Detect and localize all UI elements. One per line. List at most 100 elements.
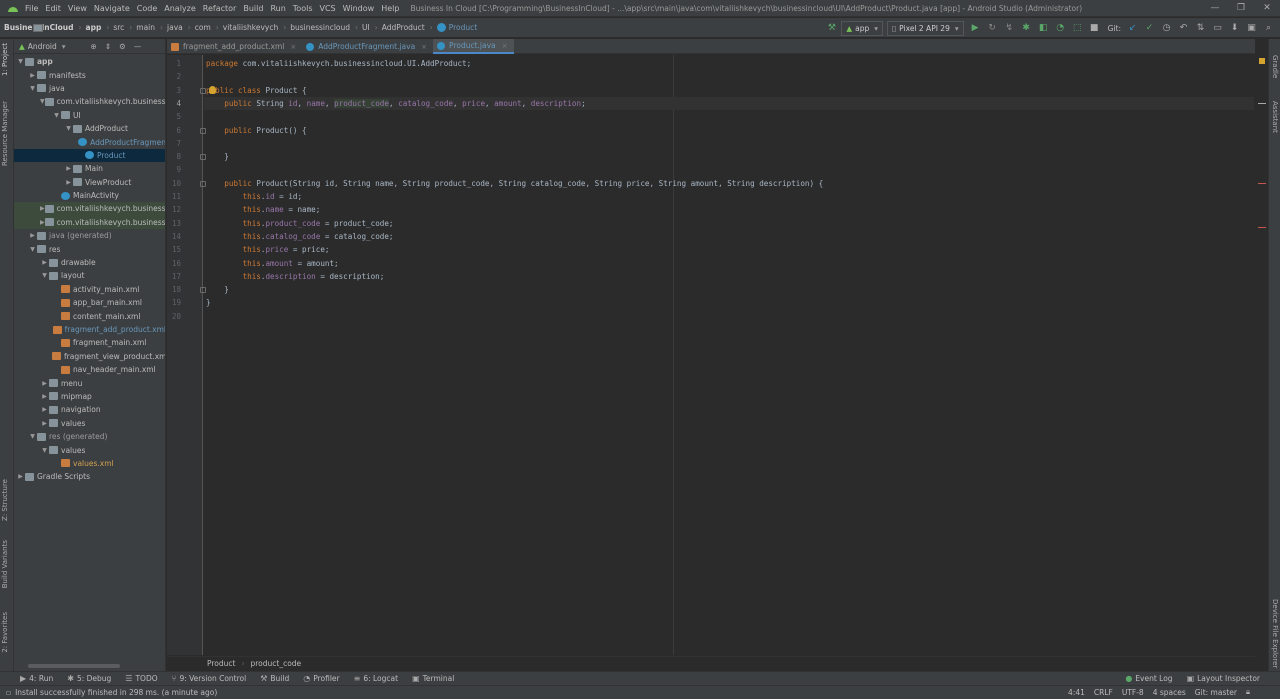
chevron-right-icon[interactable]: ▶	[40, 406, 49, 413]
menu-analyze[interactable]: Analyze	[164, 4, 196, 13]
line-number[interactable]: 19	[167, 298, 181, 307]
build-tool-button[interactable]: ⚒ Build	[260, 674, 289, 683]
stop-icon[interactable]: ■	[1087, 21, 1102, 35]
line-number[interactable]: 12	[167, 205, 181, 214]
chevron-down-icon[interactable]: ▾	[62, 42, 66, 51]
tree-item[interactable]: fragment_view_product.xml	[14, 350, 165, 363]
tree-item[interactable]: ▶ drawable	[14, 256, 165, 269]
tree-item[interactable]: ▶ navigation	[14, 403, 165, 416]
tree-item[interactable]: ▼ layout	[14, 269, 165, 282]
tree-item[interactable]: ▼ UI	[14, 109, 165, 122]
code-line[interactable]: this.price = price;	[206, 243, 330, 256]
line-number[interactable]: 10	[167, 179, 181, 188]
editor-breadcrumb-class[interactable]: Product	[207, 659, 235, 668]
chevron-down-icon[interactable]: ▼	[40, 272, 49, 279]
code-line[interactable]: this.catalog_code = catalog_code;	[206, 230, 394, 243]
warning-indicator-icon[interactable]	[1259, 58, 1265, 64]
collapse-all-icon[interactable]: ⇕	[105, 42, 111, 51]
line-number[interactable]: 7	[167, 139, 181, 148]
tree-item[interactable]: ▶ mipmap	[14, 390, 165, 403]
apply-changes-icon[interactable]: ↻	[985, 21, 1000, 35]
menu-refactor[interactable]: Refactor	[203, 4, 237, 13]
git-update-icon[interactable]: ↙	[1125, 21, 1140, 35]
chevron-right-icon[interactable]: ▶	[40, 393, 49, 400]
tree-item[interactable]: ▼ values	[14, 443, 165, 456]
device-select[interactable]: ▯ Pixel 2 API 29 ▾	[887, 20, 964, 36]
chevron-down-icon[interactable]: ▼	[52, 112, 61, 119]
chevron-down-icon[interactable]: ▼	[28, 246, 37, 253]
tree-item[interactable]: MainActivity	[14, 189, 165, 202]
tree-item[interactable]: app_bar_main.xml	[14, 296, 165, 309]
line-number[interactable]: 6	[167, 126, 181, 135]
debug-icon[interactable]: ✱	[1019, 21, 1034, 35]
hide-panel-icon[interactable]: —	[134, 42, 142, 51]
tree-item[interactable]: ▶ ViewProduct	[14, 176, 165, 189]
debug-tool-button[interactable]: ✱ 5: Debug	[67, 674, 111, 683]
tree-item[interactable]: ▶ Gradle Scripts	[14, 470, 165, 483]
tree-item[interactable]: ▼ res (generated)	[14, 430, 165, 443]
tree-item[interactable]: activity_main.xml	[14, 283, 165, 296]
structure-tool-button[interactable]: Z: Structure	[1, 479, 9, 521]
chevron-right-icon[interactable]: ▶	[64, 179, 73, 186]
profiler-tool-button[interactable]: ◔ Profiler	[303, 674, 339, 683]
chevron-down-icon[interactable]: ▼	[28, 85, 37, 92]
menu-view[interactable]: View	[68, 4, 87, 13]
close-tab-icon[interactable]: ×	[502, 42, 508, 50]
tree-item[interactable]: fragment_main.xml	[14, 336, 165, 349]
breadcrumb-vitaliishkevych[interactable]: vitaliishkevych ›	[33, 23, 286, 32]
chevron-down-icon[interactable]: ▼	[40, 98, 45, 105]
status-message[interactable]: Install successfully finished in 298 ms.…	[15, 688, 217, 697]
chevron-right-icon[interactable]: ▶	[28, 232, 37, 239]
tab-product-java[interactable]: Product.java ×	[433, 39, 514, 54]
line-number[interactable]: 17	[167, 272, 181, 281]
editor-breadcrumb-field[interactable]: product_code	[250, 659, 301, 668]
restore-button[interactable]: ❐	[1228, 0, 1254, 17]
tree-item[interactable]: nav_header_main.xml	[14, 363, 165, 376]
layout-inspector-tool-button[interactable]: ▣ Layout Inspector	[1187, 674, 1260, 683]
tree-item[interactable]: fragment_add_product.xml	[14, 323, 165, 336]
line-number[interactable]: 5	[167, 112, 181, 121]
chevron-down-icon[interactable]: ▼	[28, 433, 37, 440]
line-number[interactable]: 15	[167, 245, 181, 254]
lock-icon[interactable]: 🔒︎	[1246, 687, 1250, 697]
sdk-manager-icon[interactable]: ⬇	[1227, 21, 1242, 35]
git-branch[interactable]: Git: master	[1195, 688, 1237, 697]
tree-item[interactable]: ▶ menu	[14, 376, 165, 389]
horizontal-scrollbar[interactable]	[28, 664, 120, 668]
menu-edit[interactable]: Edit	[45, 4, 61, 13]
breadcrumb-com[interactable]: com ›	[33, 23, 219, 32]
git-rollback-icon[interactable]: ↶	[1176, 21, 1191, 35]
project-view-select[interactable]: Android	[28, 42, 57, 51]
tree-item[interactable]: ▶ manifests	[14, 68, 165, 81]
menu-vcs[interactable]: VCS	[320, 4, 336, 13]
build-variants-tool-button[interactable]: Build Variants	[1, 540, 9, 588]
code-line[interactable]: this.amount = amount;	[206, 257, 339, 270]
menu-navigate[interactable]: Navigate	[94, 4, 130, 13]
tree-item[interactable]: ▼ com.vitaliishkevych.businessinc	[14, 95, 165, 108]
menu-tools[interactable]: Tools	[293, 4, 313, 13]
breadcrumb-java[interactable]: java ›	[33, 23, 191, 32]
tree-item[interactable]: AddProductFragmen	[14, 135, 165, 148]
chevron-right-icon[interactable]: ▶	[40, 380, 49, 387]
code-line[interactable]: this.id = id;	[206, 190, 302, 203]
event-log-tool-button[interactable]: ● Event Log	[1125, 674, 1172, 683]
attach-debugger-icon[interactable]: ⬚	[1070, 21, 1085, 35]
breadcrumb-businessincloud[interactable]: businessincloud ›	[33, 23, 358, 32]
project-tool-button[interactable]: 1: Project	[1, 43, 9, 76]
chevron-down-icon[interactable]: ▼	[64, 125, 73, 132]
breadcrumb-app[interactable]: app ›	[33, 23, 109, 32]
menu-window[interactable]: Window	[343, 4, 375, 13]
logcat-tool-button[interactable]: ≡ 6: Logcat	[354, 674, 398, 683]
tab-add-product-fragment-java[interactable]: AddProductFragment.java ×	[302, 39, 433, 54]
git-history-icon[interactable]: ◷	[1159, 21, 1174, 35]
stripe-mark[interactable]	[1258, 227, 1266, 228]
code-line[interactable]: }	[206, 296, 211, 309]
menu-help[interactable]: Help	[381, 4, 399, 13]
version-control-tool-button[interactable]: ⑂ 9: Version Control	[172, 674, 247, 683]
git-commit-icon[interactable]: ✓	[1142, 21, 1157, 35]
close-button[interactable]: ✕	[1254, 0, 1280, 17]
file-encoding[interactable]: UTF-8	[1122, 688, 1144, 697]
profile-icon[interactable]: ◔	[1053, 21, 1068, 35]
chevron-down-icon[interactable]: ▼	[16, 58, 25, 65]
chevron-right-icon[interactable]: ▶	[40, 420, 49, 427]
